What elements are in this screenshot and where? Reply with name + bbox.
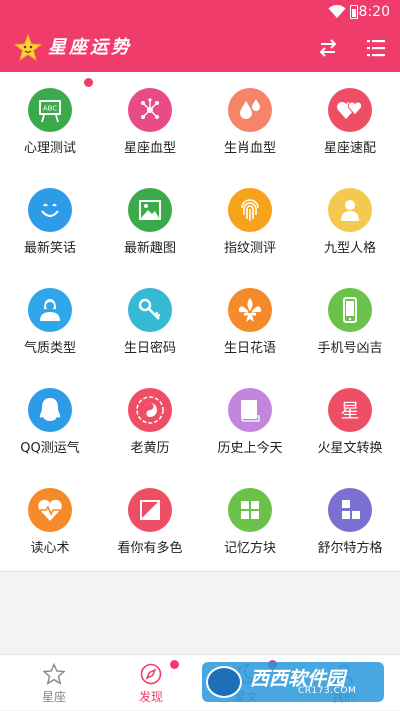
grid-item-label: 生日花语 xyxy=(223,341,276,356)
four-squares-icon xyxy=(241,501,259,519)
grid-item-label: 最新趣图 xyxy=(123,241,176,256)
bagua-icon xyxy=(136,396,164,424)
grid-item-label: 看你有多色 xyxy=(117,541,183,556)
wifi-icon xyxy=(328,5,346,18)
grid-item-enneagram[interactable]: 九型人格 xyxy=(300,172,400,272)
grid-item-label: 手机号凶吉 xyxy=(317,341,383,356)
tab-label: 发现 xyxy=(138,690,163,704)
woman-icon xyxy=(40,299,60,321)
grid-item-label: QQ测运气 xyxy=(20,441,80,456)
list-menu-icon[interactable] xyxy=(364,36,388,60)
grid-item-temperament[interactable]: 气质类型 xyxy=(0,272,100,372)
xing-char-icon: 星 xyxy=(340,400,359,422)
fleur-de-lis-icon xyxy=(238,298,262,322)
grid-item-fingerprint[interactable]: 指纹测评 xyxy=(200,172,300,272)
heartbeat-icon xyxy=(38,499,62,521)
status-bar: 8:20 xyxy=(0,0,400,24)
grid-item-zodiac-blood[interactable]: 星座血型 xyxy=(100,72,200,172)
grid-item-martian-text[interactable]: 星 火星文转换 xyxy=(300,372,400,472)
grid-item-label: 历史上今天 xyxy=(217,441,283,456)
grid-item-almanac[interactable]: 老黄历 xyxy=(100,372,200,472)
grid-item-label: 舒尔特方格 xyxy=(317,541,383,556)
grid-item-label: 生日密码 xyxy=(123,341,176,356)
constellation-icon xyxy=(141,98,159,119)
grid-item-label: 心理测试 xyxy=(23,141,76,156)
watermark-url: CR173.COM xyxy=(298,686,357,696)
grid-item-birthday-flower[interactable]: 生日花语 xyxy=(200,272,300,372)
tab-zodiac[interactable]: 星座 xyxy=(4,655,104,711)
grid-item-birthday-code[interactable]: 生日密码 xyxy=(100,272,200,372)
grid-item-mind-reading[interactable]: 读心术 xyxy=(0,472,100,572)
swap-icon[interactable] xyxy=(316,36,340,60)
blood-drops-icon xyxy=(240,99,260,119)
grid-item-label: 星座速配 xyxy=(323,141,376,156)
grid-item-phone-luck[interactable]: 手机号凶吉 xyxy=(300,272,400,372)
app-bar: 星座运势 xyxy=(0,24,400,72)
star-face-icon xyxy=(14,34,42,62)
chalkboard-icon: ABC xyxy=(39,100,61,123)
watermark-logo-icon xyxy=(206,666,242,698)
feature-grid: ABC 心理测试 星座血型 生肖血型 星座速配 最新笑话 最新趣图 指纹测评 九… xyxy=(0,72,400,572)
grid-item-label: 火星文转换 xyxy=(317,441,383,456)
app-title: 星座运势 xyxy=(48,37,132,58)
hearts-icon xyxy=(337,101,363,119)
grid-item-label: 九型人格 xyxy=(323,241,376,256)
grid-item-label: 读心术 xyxy=(30,541,70,556)
tab-label: 星座 xyxy=(41,690,66,704)
blocks-icon xyxy=(342,500,360,519)
grid-item-jokes[interactable]: 最新笑话 xyxy=(0,172,100,272)
person-icon xyxy=(341,200,359,221)
grid-item-history-today[interactable]: 历史上今天 xyxy=(200,372,300,472)
grid-item-label: 老黄历 xyxy=(130,441,170,456)
grid-item-label: 记忆方块 xyxy=(223,541,276,556)
book-icon xyxy=(241,400,260,422)
grid-item-memory-blocks[interactable]: 记忆方块 xyxy=(200,472,300,572)
grid-item-label: 星座血型 xyxy=(123,141,176,156)
fingerprint-icon xyxy=(241,199,259,221)
grid-item-label: 生肖血型 xyxy=(223,141,276,156)
grid-item-color-test[interactable]: 看你有多色 xyxy=(100,472,200,572)
grid-item-fun-pics[interactable]: 最新趣图 xyxy=(100,172,200,272)
battery-icon xyxy=(350,5,358,19)
grid-item-qq-luck[interactable]: QQ测运气 xyxy=(0,372,100,472)
penguin-icon xyxy=(39,398,61,421)
grid-item-shengxiao-blood[interactable]: 生肖血型 xyxy=(200,72,300,172)
notification-dot xyxy=(170,660,179,669)
key-icon xyxy=(138,298,161,320)
grid-item-psych-test[interactable]: ABC 心理测试 xyxy=(0,72,100,172)
picture-icon xyxy=(139,200,161,220)
smile-icon xyxy=(41,203,59,218)
compass-icon xyxy=(140,663,162,685)
phone-icon xyxy=(343,297,357,323)
grid-item-zodiac-match[interactable]: 星座速配 xyxy=(300,72,400,172)
grid-item-schulte-grid[interactable]: 舒尔特方格 xyxy=(300,472,400,572)
svg-text:星: 星 xyxy=(340,400,359,422)
watermark-overlay: 西西软件园 CR173.COM xyxy=(202,662,384,702)
clock: 8:20 xyxy=(358,4,390,20)
color-square-icon xyxy=(140,500,160,520)
svg-text:ABC: ABC xyxy=(43,105,57,113)
grid-item-label: 指纹测评 xyxy=(223,241,276,256)
star-outline-icon xyxy=(43,663,65,685)
grid-item-label: 气质类型 xyxy=(23,341,76,356)
tab-discover[interactable]: 发现 xyxy=(101,655,201,711)
grid-item-label: 最新笑话 xyxy=(23,241,76,256)
